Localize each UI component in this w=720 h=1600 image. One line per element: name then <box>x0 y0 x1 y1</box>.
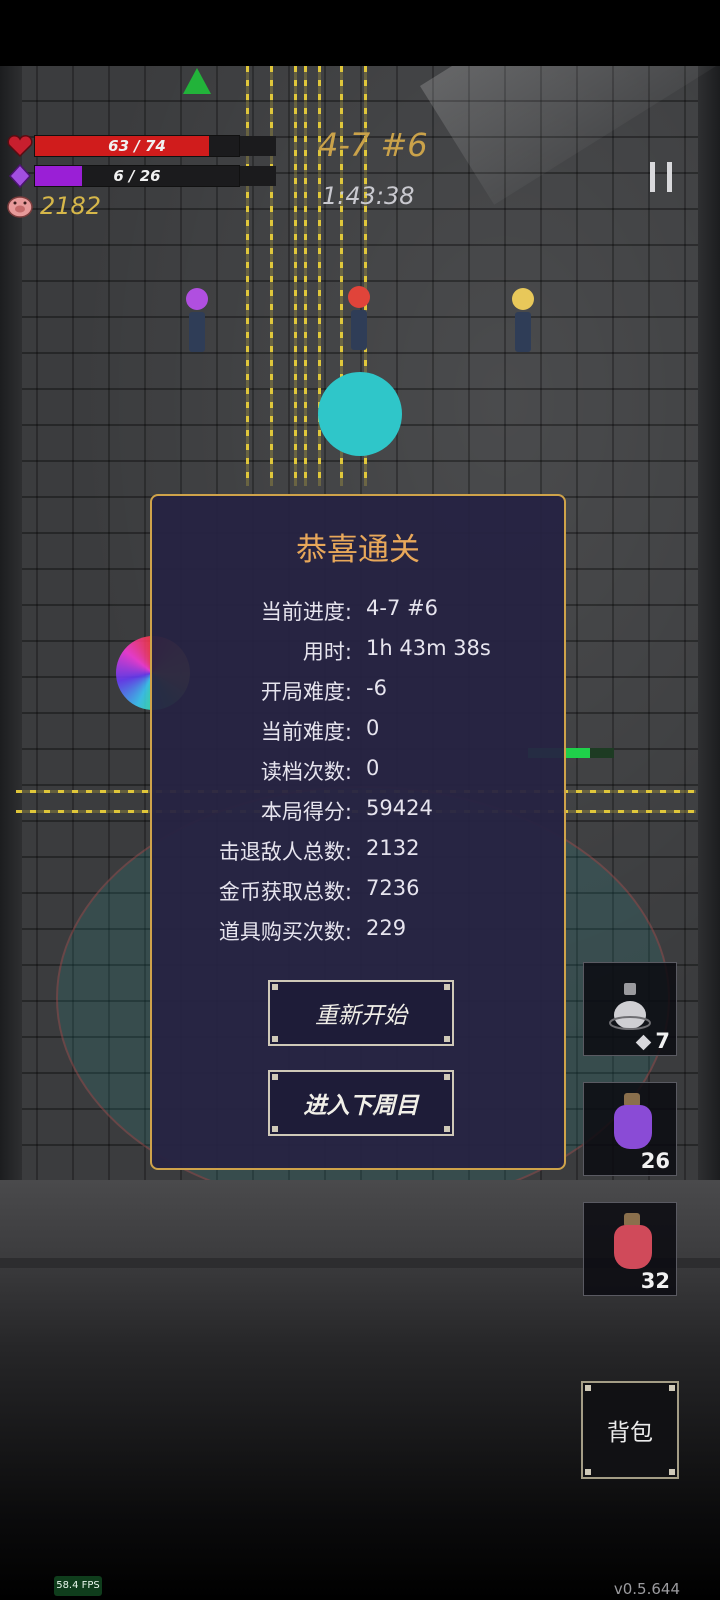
stat-value: 7236 <box>366 876 420 900</box>
stat-label: 本局得分: <box>260 800 352 824</box>
item-slot-red-potion[interactable]: 32 <box>583 1202 677 1296</box>
stat-row: 当前难度: 0 <box>152 716 564 750</box>
item-slot-purple-potion[interactable]: 26 <box>583 1082 677 1176</box>
button-corner <box>272 1074 278 1080</box>
stat-label: 读档次数: <box>260 760 352 784</box>
laser-beam <box>304 66 307 486</box>
right-wall <box>698 66 720 1180</box>
purple-potion-icon <box>614 1105 652 1149</box>
up-arrow-icon <box>183 68 211 94</box>
stat-row: 当前进度: 4-7 #6 <box>152 596 564 630</box>
item-count-value: 7 <box>655 1029 670 1053</box>
fps-counter: 58.4 FPS <box>54 1576 102 1596</box>
stat-row: 用时: 1h 43m 38s <box>152 636 564 670</box>
next-cycle-button[interactable]: 进入下周目 <box>268 1070 454 1136</box>
diamond-icon <box>6 162 34 190</box>
gold-row: 2182 <box>6 192 101 220</box>
button-corner <box>669 1385 675 1391</box>
mana-bar: 6 / 26 <box>34 165 240 187</box>
stat-row: 本局得分: 59424 <box>152 796 564 830</box>
run-timer: 1:43:38 <box>322 182 415 210</box>
purple-torch <box>184 288 210 352</box>
button-corner <box>444 1126 450 1132</box>
backpack-button[interactable]: 背包 <box>581 1381 679 1479</box>
stat-label: 当前进度: <box>260 600 352 624</box>
stat-label: 道具购买次数: <box>218 920 352 944</box>
next-cycle-label: 进入下周目 <box>303 1093 419 1119</box>
stat-value: 0 <box>366 716 380 740</box>
stat-row: 击退敌人总数: 2132 <box>152 836 564 870</box>
yellow-torch <box>510 288 536 352</box>
button-corner <box>585 1385 591 1391</box>
item-slot-smoke-flask[interactable]: 7 <box>583 962 677 1056</box>
hp-bar: 63 / 74 <box>34 135 240 157</box>
stat-value: 229 <box>366 916 407 940</box>
item-count: 7 <box>636 1029 670 1053</box>
button-corner <box>669 1469 675 1475</box>
diamond-icon <box>636 1034 652 1051</box>
stat-row: 读档次数: 0 <box>152 756 564 790</box>
stat-label: 击退敌人总数: <box>218 840 352 864</box>
pig-icon <box>6 192 34 220</box>
mana-bar-row: 6 / 26 <box>6 162 276 190</box>
mana-bar-extension <box>240 166 276 186</box>
stat-label: 用时: <box>302 640 352 664</box>
dialog-title: 恭喜通关 <box>296 532 420 568</box>
item-count: 26 <box>640 1149 670 1173</box>
light-beam <box>420 66 720 205</box>
button-corner <box>585 1469 591 1475</box>
restart-label: 重新开始 <box>315 1003 407 1029</box>
stat-value: 4-7 #6 <box>366 596 438 620</box>
hp-text: 63 / 74 <box>108 137 166 155</box>
stat-value: 2132 <box>366 836 420 860</box>
stage-clear-dialog: 恭喜通关 当前进度: 4-7 #6 用时: 1h 43m 38s 开局难度: -… <box>150 494 566 1170</box>
stat-label: 金币获取总数: <box>218 880 352 904</box>
stat-label: 当前难度: <box>260 720 352 744</box>
stat-value: 1h 43m 38s <box>366 636 491 660</box>
gold-amount: 2182 <box>40 192 102 220</box>
stat-row: 道具购买次数: 229 <box>152 916 564 950</box>
heart-icon <box>6 132 34 160</box>
laser-beam <box>270 66 273 486</box>
level-indicator: 4-7 #6 <box>318 126 428 164</box>
button-corner <box>444 1074 450 1080</box>
stat-row: 开局难度: -6 <box>152 676 564 710</box>
version-label: v0.5.644 <box>613 1580 680 1598</box>
hp-bar-extension <box>240 136 276 156</box>
stat-row: 金币获取总数: 7236 <box>152 876 564 910</box>
cyan-orb <box>318 372 402 456</box>
stat-value: 0 <box>366 756 380 780</box>
hp-bar-row: 63 / 74 <box>6 132 276 160</box>
mana-text: 6 / 26 <box>113 167 161 185</box>
item-count: 32 <box>640 1269 670 1293</box>
button-corner <box>272 984 278 990</box>
stat-value: 59424 <box>366 796 433 820</box>
red-torch <box>346 286 372 350</box>
stat-value: -6 <box>366 676 387 700</box>
backpack-label: 背包 <box>607 1420 653 1446</box>
button-corner <box>272 1036 278 1042</box>
button-corner <box>272 1126 278 1132</box>
pause-icon[interactable] <box>650 162 672 192</box>
button-corner <box>444 1036 450 1042</box>
restart-button[interactable]: 重新开始 <box>268 980 454 1046</box>
laser-beam <box>294 66 297 486</box>
left-wall <box>0 66 22 1180</box>
button-corner <box>444 984 450 990</box>
stat-label: 开局难度: <box>260 680 352 704</box>
laser-beam <box>246 66 249 486</box>
red-potion-icon <box>614 1225 652 1269</box>
